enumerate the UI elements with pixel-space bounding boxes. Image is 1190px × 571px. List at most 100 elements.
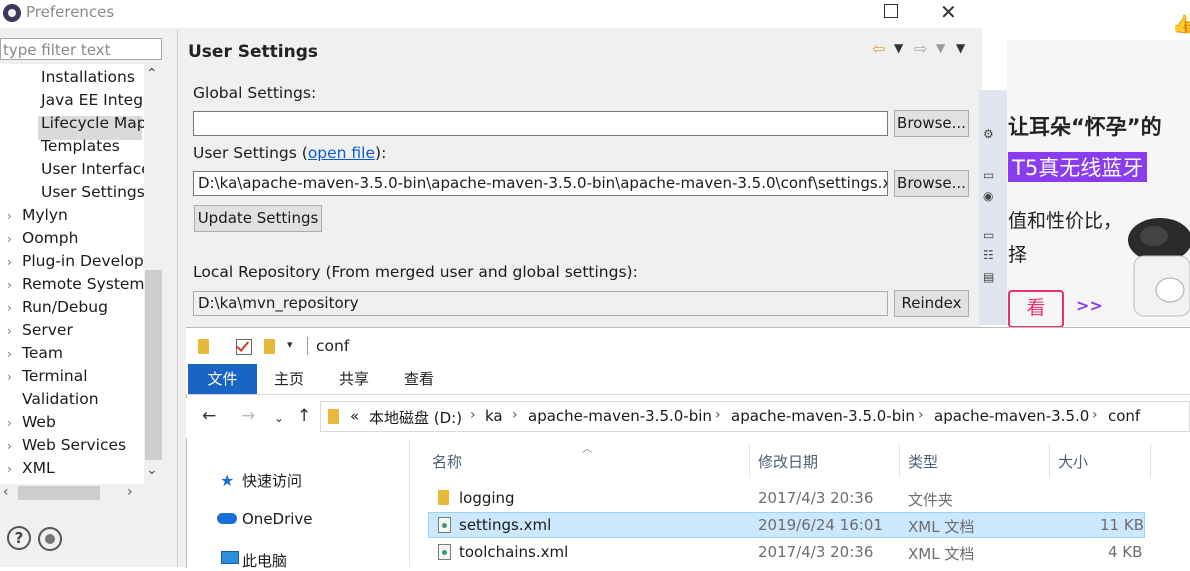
back-dropdown-icon[interactable]: ▼ bbox=[894, 41, 903, 55]
expand-chevron-icon[interactable]: › bbox=[7, 347, 12, 361]
tree-item-team[interactable]: Team bbox=[22, 344, 63, 362]
column-header-type[interactable]: 类型 bbox=[908, 451, 938, 472]
open-file-link[interactable]: open file bbox=[308, 144, 375, 162]
expand-chevron-icon[interactable]: › bbox=[7, 255, 12, 269]
breadcrumb-item[interactable]: apache-maven-3.5.0-bin bbox=[731, 407, 915, 425]
view-menu-icon[interactable]: ▼ bbox=[956, 41, 965, 55]
back-arrow-icon[interactable]: ⇦ bbox=[872, 39, 885, 58]
scroll-down-icon[interactable]: ⌄ bbox=[146, 462, 158, 478]
column-header-date[interactable]: 修改日期 bbox=[758, 451, 818, 472]
update-settings-button[interactable]: Update Settings bbox=[194, 205, 322, 232]
tree-item-templates[interactable]: Templates bbox=[41, 137, 120, 155]
breadcrumb-item[interactable]: apache-maven-3.5.0 bbox=[934, 407, 1089, 425]
tree-item-server[interactable]: Server bbox=[22, 321, 73, 339]
thumbs-up-icon: 👍 bbox=[1172, 14, 1190, 35]
tree-item-oomph[interactable]: Oomph bbox=[22, 229, 78, 247]
breadcrumb-item[interactable]: 本地磁盘 (D:) bbox=[369, 407, 462, 428]
file-name[interactable]: toolchains.xml bbox=[459, 543, 568, 561]
recent-locations-icon[interactable]: ⌄ bbox=[274, 411, 284, 425]
breadcrumb-chevron-icon[interactable]: › bbox=[1092, 407, 1098, 423]
column-divider[interactable] bbox=[1150, 444, 1151, 478]
breadcrumb-overflow[interactable]: « bbox=[350, 407, 359, 425]
breadcrumb-chevron-icon[interactable]: › bbox=[512, 407, 518, 423]
expand-chevron-icon[interactable]: › bbox=[7, 416, 12, 430]
tree-item-terminal[interactable]: Terminal bbox=[22, 367, 88, 385]
import-export-icon[interactable] bbox=[38, 527, 62, 551]
tab-view[interactable]: 查看 bbox=[404, 364, 434, 394]
column-header-size[interactable]: 大小 bbox=[1058, 451, 1088, 472]
file-name[interactable]: logging bbox=[459, 489, 515, 507]
tree-item-xml[interactable]: XML bbox=[22, 459, 55, 477]
tree-item-installations[interactable]: Installations bbox=[41, 68, 135, 86]
tree-item-validation[interactable]: Validation bbox=[22, 390, 99, 408]
user-settings-input[interactable]: D:\ka\apache-maven-3.5.0-bin\apache-mave… bbox=[193, 171, 888, 196]
tree-item-user-interface[interactable]: User Interface bbox=[41, 160, 151, 178]
tree-item-mylyn[interactable]: Mylyn bbox=[22, 206, 68, 224]
expand-chevron-icon[interactable]: › bbox=[7, 439, 12, 453]
column-header-name[interactable]: 名称 bbox=[432, 451, 462, 472]
minimize-view-icon[interactable]: ▭ bbox=[983, 228, 999, 244]
tab-file[interactable]: 文件 bbox=[188, 364, 257, 394]
column-divider[interactable] bbox=[1049, 444, 1050, 478]
up-icon[interactable]: ↑ bbox=[297, 406, 311, 426]
expand-chevron-icon[interactable]: › bbox=[7, 301, 12, 315]
column-divider[interactable] bbox=[749, 444, 750, 478]
properties-icon[interactable] bbox=[236, 339, 252, 355]
scrollbar-thumb[interactable] bbox=[145, 270, 162, 460]
global-browse-button[interactable]: Browse... bbox=[894, 110, 969, 137]
scroll-left-icon[interactable]: ‹ bbox=[3, 484, 9, 500]
nav-quick-access[interactable]: 快速访问 bbox=[242, 470, 302, 491]
help-icon[interactable]: ? bbox=[7, 526, 31, 550]
close-icon[interactable]: ✕ bbox=[940, 0, 957, 24]
tree-item-web-services[interactable]: Web Services bbox=[22, 436, 126, 454]
minimize-view-icon[interactable]: ▭ bbox=[983, 168, 999, 184]
tree-item-run-debug[interactable]: Run/Debug bbox=[22, 298, 108, 316]
eclipse-app-icon bbox=[3, 4, 21, 22]
global-settings-input[interactable] bbox=[193, 111, 888, 136]
tree-item-web[interactable]: Web bbox=[22, 413, 56, 431]
breadcrumb-item[interactable]: ka bbox=[485, 407, 503, 425]
expand-chevron-icon[interactable]: › bbox=[7, 462, 12, 476]
customize-dropdown-icon[interactable]: ▾ bbox=[287, 338, 293, 351]
forward-icon[interactable]: → bbox=[241, 406, 255, 426]
filter-input[interactable]: type filter text bbox=[0, 38, 162, 60]
forward-arrow-icon[interactable]: ⇨ bbox=[914, 39, 927, 58]
expand-chevron-icon[interactable]: › bbox=[7, 232, 12, 246]
expand-chevron-icon[interactable]: › bbox=[7, 324, 12, 338]
scroll-up-icon[interactable]: ⌃ bbox=[146, 66, 158, 82]
forward-dropdown-icon[interactable]: ▼ bbox=[936, 41, 945, 55]
scroll-right-icon[interactable]: › bbox=[127, 484, 133, 500]
tab-share[interactable]: 共享 bbox=[339, 364, 369, 394]
breadcrumb-chevron-icon[interactable]: › bbox=[470, 407, 476, 423]
tree-item-lifecycle-mappings[interactable]: Lifecycle Mapp bbox=[41, 114, 156, 132]
expand-chevron-icon[interactable]: › bbox=[7, 278, 12, 292]
outline-icon[interactable]: ☷ bbox=[983, 248, 999, 264]
reindex-button[interactable]: Reindex bbox=[894, 290, 969, 317]
sort-caret-icon: ︿ bbox=[582, 444, 592, 455]
tab-home[interactable]: 主页 bbox=[274, 364, 304, 394]
breadcrumb-chevron-icon[interactable]: › bbox=[715, 407, 721, 423]
nav-this-pc[interactable]: 此电脑 bbox=[242, 550, 287, 571]
maximize-icon[interactable] bbox=[884, 4, 898, 18]
back-icon[interactable]: ← bbox=[202, 406, 216, 426]
ad-more-arrows[interactable]: >> bbox=[1076, 296, 1103, 315]
scrollbar-thumb[interactable] bbox=[18, 486, 100, 500]
breadcrumb-item-current[interactable]: conf bbox=[1108, 407, 1140, 425]
ad-view-button[interactable]: 看 bbox=[1008, 290, 1064, 328]
new-folder-icon[interactable] bbox=[264, 339, 275, 354]
nav-onedrive[interactable]: OneDrive bbox=[242, 510, 313, 528]
expand-chevron-icon[interactable]: › bbox=[7, 209, 12, 223]
column-divider[interactable] bbox=[899, 444, 900, 478]
tree-item-user-settings[interactable]: User Settings bbox=[41, 183, 145, 201]
tool-icon[interactable]: ⚙ bbox=[983, 127, 999, 143]
tree-item-java-ee-integration[interactable]: Java EE Integra bbox=[41, 91, 159, 109]
file-name[interactable]: settings.xml bbox=[459, 516, 551, 534]
palette-icon[interactable]: ◉ bbox=[983, 189, 999, 205]
breadcrumb-item[interactable]: apache-maven-3.5.0-bin bbox=[528, 407, 712, 425]
breadcrumb-chevron-icon[interactable]: › bbox=[918, 407, 924, 423]
tree-item-remote-systems[interactable]: Remote Systems bbox=[22, 275, 153, 293]
task-list-icon[interactable]: ▤ bbox=[983, 270, 999, 286]
tree-item-plugin-development[interactable]: Plug-in Develop bbox=[22, 252, 144, 270]
user-browse-button[interactable]: Browse... bbox=[894, 170, 969, 197]
expand-chevron-icon[interactable]: › bbox=[7, 370, 12, 384]
